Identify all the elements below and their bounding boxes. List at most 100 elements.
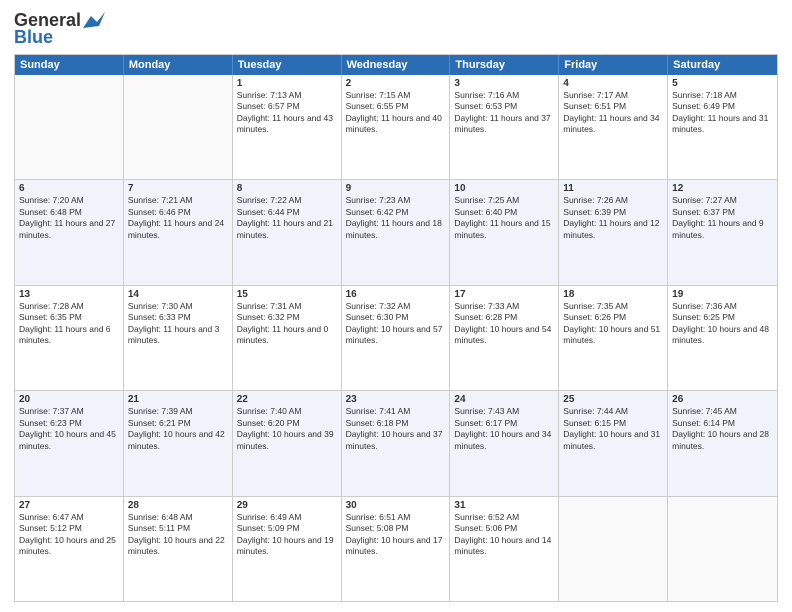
calendar-cell: 5Sunrise: 7:18 AM Sunset: 6:49 PM Daylig… — [668, 75, 777, 179]
calendar-cell: 9Sunrise: 7:23 AM Sunset: 6:42 PM Daylig… — [342, 180, 451, 284]
calendar-header: SundayMondayTuesdayWednesdayThursdayFrid… — [15, 55, 777, 75]
calendar-cell: 7Sunrise: 7:21 AM Sunset: 6:46 PM Daylig… — [124, 180, 233, 284]
calendar-cell: 21Sunrise: 7:39 AM Sunset: 6:21 PM Dayli… — [124, 391, 233, 495]
calendar-cell — [668, 497, 777, 601]
day-number: 15 — [237, 289, 337, 300]
day-info: Sunrise: 7:25 AM Sunset: 6:40 PM Dayligh… — [454, 195, 550, 239]
day-number: 21 — [128, 394, 228, 405]
calendar-cell: 15Sunrise: 7:31 AM Sunset: 6:32 PM Dayli… — [233, 286, 342, 390]
calendar-cell: 16Sunrise: 7:32 AM Sunset: 6:30 PM Dayli… — [342, 286, 451, 390]
calendar-cell: 26Sunrise: 7:45 AM Sunset: 6:14 PM Dayli… — [668, 391, 777, 495]
day-number: 13 — [19, 289, 119, 300]
logo-blue: Blue — [14, 27, 53, 48]
calendar-row-5: 27Sunrise: 6:47 AM Sunset: 5:12 PM Dayli… — [15, 496, 777, 601]
day-info: Sunrise: 7:35 AM Sunset: 6:26 PM Dayligh… — [563, 301, 660, 345]
day-number: 10 — [454, 183, 554, 194]
calendar-body: 1Sunrise: 7:13 AM Sunset: 6:57 PM Daylig… — [15, 75, 777, 601]
day-number: 12 — [672, 183, 773, 194]
calendar-cell: 13Sunrise: 7:28 AM Sunset: 6:35 PM Dayli… — [15, 286, 124, 390]
day-number: 30 — [346, 500, 446, 511]
calendar-row-1: 1Sunrise: 7:13 AM Sunset: 6:57 PM Daylig… — [15, 75, 777, 179]
day-number: 26 — [672, 394, 773, 405]
day-info: Sunrise: 7:18 AM Sunset: 6:49 PM Dayligh… — [672, 90, 768, 134]
header: General Blue — [14, 10, 778, 48]
day-info: Sunrise: 6:47 AM Sunset: 5:12 PM Dayligh… — [19, 512, 116, 556]
day-number: 17 — [454, 289, 554, 300]
day-info: Sunrise: 7:37 AM Sunset: 6:23 PM Dayligh… — [19, 406, 116, 450]
weekday-header-wednesday: Wednesday — [342, 55, 451, 75]
day-number: 14 — [128, 289, 228, 300]
calendar-cell: 17Sunrise: 7:33 AM Sunset: 6:28 PM Dayli… — [450, 286, 559, 390]
calendar-cell: 19Sunrise: 7:36 AM Sunset: 6:25 PM Dayli… — [668, 286, 777, 390]
day-number: 3 — [454, 78, 554, 89]
calendar-cell: 14Sunrise: 7:30 AM Sunset: 6:33 PM Dayli… — [124, 286, 233, 390]
calendar-cell: 1Sunrise: 7:13 AM Sunset: 6:57 PM Daylig… — [233, 75, 342, 179]
day-number: 29 — [237, 500, 337, 511]
day-info: Sunrise: 7:33 AM Sunset: 6:28 PM Dayligh… — [454, 301, 551, 345]
day-info: Sunrise: 7:30 AM Sunset: 6:33 PM Dayligh… — [128, 301, 220, 345]
day-number: 9 — [346, 183, 446, 194]
calendar-cell: 20Sunrise: 7:37 AM Sunset: 6:23 PM Dayli… — [15, 391, 124, 495]
calendar-cell: 2Sunrise: 7:15 AM Sunset: 6:55 PM Daylig… — [342, 75, 451, 179]
day-info: Sunrise: 7:41 AM Sunset: 6:18 PM Dayligh… — [346, 406, 443, 450]
weekday-header-thursday: Thursday — [450, 55, 559, 75]
weekday-header-friday: Friday — [559, 55, 668, 75]
weekday-header-saturday: Saturday — [668, 55, 777, 75]
calendar-cell: 22Sunrise: 7:40 AM Sunset: 6:20 PM Dayli… — [233, 391, 342, 495]
day-info: Sunrise: 7:26 AM Sunset: 6:39 PM Dayligh… — [563, 195, 659, 239]
day-number: 19 — [672, 289, 773, 300]
calendar-cell: 4Sunrise: 7:17 AM Sunset: 6:51 PM Daylig… — [559, 75, 668, 179]
calendar-cell: 30Sunrise: 6:51 AM Sunset: 5:08 PM Dayli… — [342, 497, 451, 601]
calendar: SundayMondayTuesdayWednesdayThursdayFrid… — [14, 54, 778, 602]
day-number: 18 — [563, 289, 663, 300]
day-info: Sunrise: 7:28 AM Sunset: 6:35 PM Dayligh… — [19, 301, 111, 345]
day-info: Sunrise: 7:43 AM Sunset: 6:17 PM Dayligh… — [454, 406, 551, 450]
day-number: 5 — [672, 78, 773, 89]
calendar-cell: 23Sunrise: 7:41 AM Sunset: 6:18 PM Dayli… — [342, 391, 451, 495]
day-number: 4 — [563, 78, 663, 89]
day-number: 11 — [563, 183, 663, 194]
calendar-row-2: 6Sunrise: 7:20 AM Sunset: 6:48 PM Daylig… — [15, 179, 777, 284]
weekday-header-sunday: Sunday — [15, 55, 124, 75]
day-info: Sunrise: 7:40 AM Sunset: 6:20 PM Dayligh… — [237, 406, 334, 450]
day-number: 28 — [128, 500, 228, 511]
calendar-cell: 18Sunrise: 7:35 AM Sunset: 6:26 PM Dayli… — [559, 286, 668, 390]
day-info: Sunrise: 7:22 AM Sunset: 6:44 PM Dayligh… — [237, 195, 333, 239]
day-info: Sunrise: 6:48 AM Sunset: 5:11 PM Dayligh… — [128, 512, 225, 556]
day-info: Sunrise: 7:27 AM Sunset: 6:37 PM Dayligh… — [672, 195, 764, 239]
day-info: Sunrise: 6:51 AM Sunset: 5:08 PM Dayligh… — [346, 512, 443, 556]
day-number: 1 — [237, 78, 337, 89]
calendar-row-4: 20Sunrise: 7:37 AM Sunset: 6:23 PM Dayli… — [15, 390, 777, 495]
day-info: Sunrise: 7:31 AM Sunset: 6:32 PM Dayligh… — [237, 301, 329, 345]
calendar-row-3: 13Sunrise: 7:28 AM Sunset: 6:35 PM Dayli… — [15, 285, 777, 390]
logo: General Blue — [14, 10, 105, 48]
calendar-cell: 25Sunrise: 7:44 AM Sunset: 6:15 PM Dayli… — [559, 391, 668, 495]
day-number: 27 — [19, 500, 119, 511]
day-info: Sunrise: 7:45 AM Sunset: 6:14 PM Dayligh… — [672, 406, 769, 450]
day-info: Sunrise: 7:13 AM Sunset: 6:57 PM Dayligh… — [237, 90, 333, 134]
day-info: Sunrise: 7:32 AM Sunset: 6:30 PM Dayligh… — [346, 301, 443, 345]
day-number: 23 — [346, 394, 446, 405]
day-number: 22 — [237, 394, 337, 405]
weekday-header-monday: Monday — [124, 55, 233, 75]
day-number: 31 — [454, 500, 554, 511]
day-info: Sunrise: 7:23 AM Sunset: 6:42 PM Dayligh… — [346, 195, 442, 239]
calendar-cell — [15, 75, 124, 179]
logo-bird-icon — [83, 12, 105, 28]
day-number: 6 — [19, 183, 119, 194]
calendar-cell: 3Sunrise: 7:16 AM Sunset: 6:53 PM Daylig… — [450, 75, 559, 179]
calendar-cell: 8Sunrise: 7:22 AM Sunset: 6:44 PM Daylig… — [233, 180, 342, 284]
page: General Blue SundayMondayTuesdayWednesda… — [0, 0, 792, 612]
day-info: Sunrise: 7:21 AM Sunset: 6:46 PM Dayligh… — [128, 195, 224, 239]
calendar-cell — [559, 497, 668, 601]
day-number: 8 — [237, 183, 337, 194]
calendar-cell — [124, 75, 233, 179]
day-info: Sunrise: 6:49 AM Sunset: 5:09 PM Dayligh… — [237, 512, 334, 556]
day-number: 25 — [563, 394, 663, 405]
day-number: 24 — [454, 394, 554, 405]
calendar-cell: 29Sunrise: 6:49 AM Sunset: 5:09 PM Dayli… — [233, 497, 342, 601]
day-info: Sunrise: 7:17 AM Sunset: 6:51 PM Dayligh… — [563, 90, 659, 134]
day-info: Sunrise: 7:39 AM Sunset: 6:21 PM Dayligh… — [128, 406, 225, 450]
calendar-cell: 10Sunrise: 7:25 AM Sunset: 6:40 PM Dayli… — [450, 180, 559, 284]
calendar-cell: 12Sunrise: 7:27 AM Sunset: 6:37 PM Dayli… — [668, 180, 777, 284]
